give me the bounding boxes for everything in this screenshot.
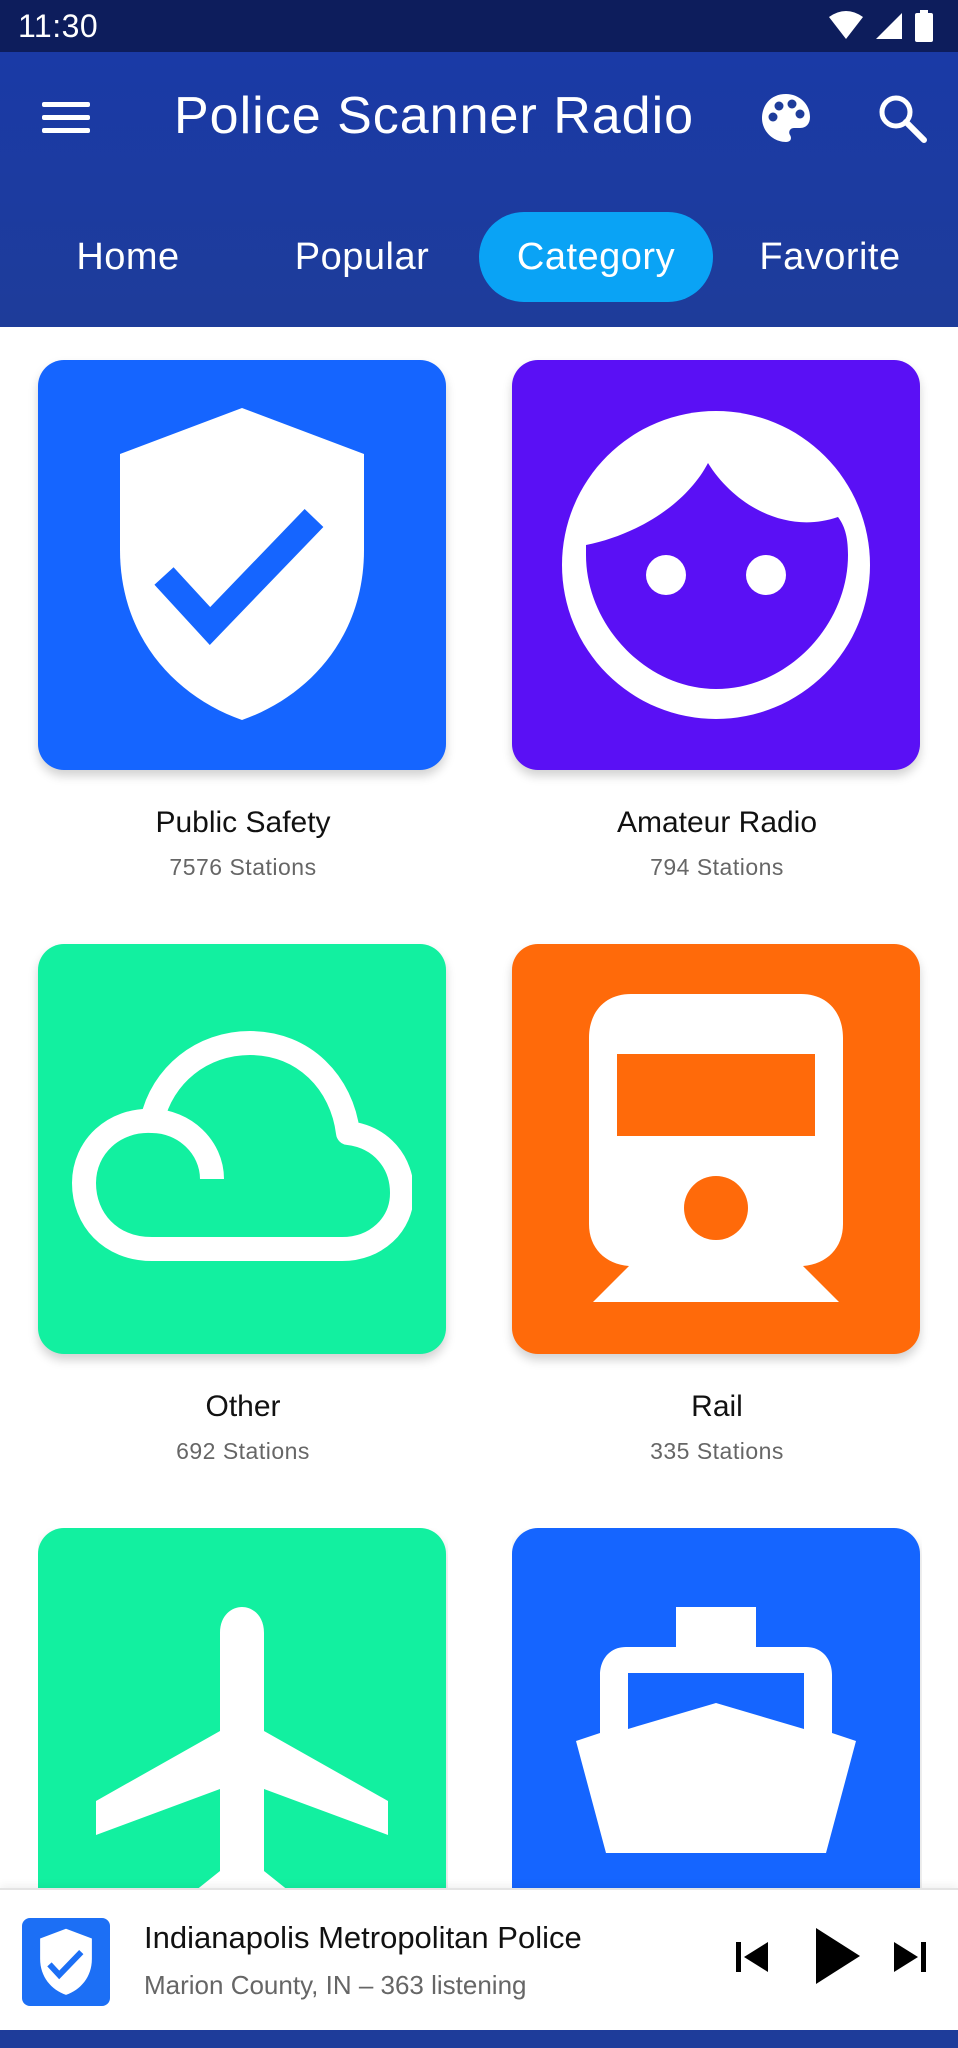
category-tile[interactable] <box>512 944 920 1354</box>
palette-icon <box>762 94 810 142</box>
app-title: Police Scanner Radio <box>174 87 695 145</box>
category-card-other[interactable]: Other 692 Stations <box>38 944 448 1484</box>
play-button[interactable] <box>808 1924 864 1993</box>
toolbar: Police Scanner Radio <box>0 52 958 182</box>
category-card-marine[interactable] <box>512 1528 922 1888</box>
previous-button[interactable] <box>732 1932 772 1987</box>
play-icon <box>816 1928 860 1984</box>
player-station-subtitle: Marion County, IN – 363 listening <box>144 1970 527 2000</box>
category-tile[interactable] <box>512 1528 920 1888</box>
player-station-art <box>22 1918 110 2006</box>
tab-home[interactable]: Home <box>42 212 214 302</box>
category-card-air[interactable] <box>38 1528 448 1888</box>
mini-player[interactable]: Indianapolis Metropolitan Police Marion … <box>0 1888 958 2030</box>
ship-icon <box>576 1607 856 1853</box>
skip-previous-icon <box>736 1942 768 1972</box>
category-card-rail[interactable]: Rail 335 Stations <box>512 944 922 1484</box>
category-count: 7576 Stations <box>169 854 317 880</box>
airplane-icon <box>96 1607 388 1888</box>
category-card-amateur-radio[interactable]: Amateur Radio 794 Stations <box>512 360 922 900</box>
theme-button[interactable] <box>758 90 814 146</box>
face-icon <box>562 411 870 719</box>
search-icon <box>879 95 927 143</box>
player-station-title: Indianapolis Metropolitan Police <box>144 1920 582 1955</box>
category-tile[interactable] <box>38 1528 446 1888</box>
category-name: Amateur Radio <box>616 806 818 839</box>
signal-icon <box>876 13 902 39</box>
next-button[interactable] <box>890 1932 930 1987</box>
skip-next-icon <box>894 1942 926 1972</box>
category-count: 794 Stations <box>650 854 784 880</box>
train-icon <box>589 994 843 1302</box>
navigation-bar-strip <box>0 2030 958 2048</box>
category-card-public-safety[interactable]: Public Safety 7576 Stations <box>38 360 448 900</box>
tab-category[interactable]: Category <box>479 212 713 302</box>
category-tile[interactable] <box>38 944 446 1354</box>
shield-check-icon <box>40 1928 92 1995</box>
cloud-icon <box>72 1031 412 1261</box>
app-bar: Police Scanner Radio Home Popular Catego… <box>0 52 958 327</box>
hamburger-menu-icon <box>42 102 90 133</box>
category-name: Other <box>205 1390 281 1423</box>
status-icons <box>828 10 934 42</box>
category-count: 692 Stations <box>176 1438 310 1464</box>
category-tile[interactable] <box>512 360 920 770</box>
menu-button[interactable] <box>38 92 96 142</box>
tab-bar: Home Popular Category Favorite <box>0 212 958 302</box>
status-time: 11:30 <box>18 7 99 44</box>
search-button[interactable] <box>874 90 930 146</box>
tab-popular[interactable]: Popular <box>264 212 460 302</box>
category-tile[interactable] <box>38 360 446 770</box>
status-bar: 11:30 <box>0 0 958 52</box>
category-name: Public Safety <box>155 806 331 839</box>
tab-favorite[interactable]: Favorite <box>744 212 916 302</box>
shield-check-icon <box>120 408 364 720</box>
battery-icon <box>915 10 933 42</box>
wifi-icon <box>829 11 863 39</box>
category-count: 335 Stations <box>650 1438 784 1464</box>
category-name: Rail <box>691 1390 743 1423</box>
